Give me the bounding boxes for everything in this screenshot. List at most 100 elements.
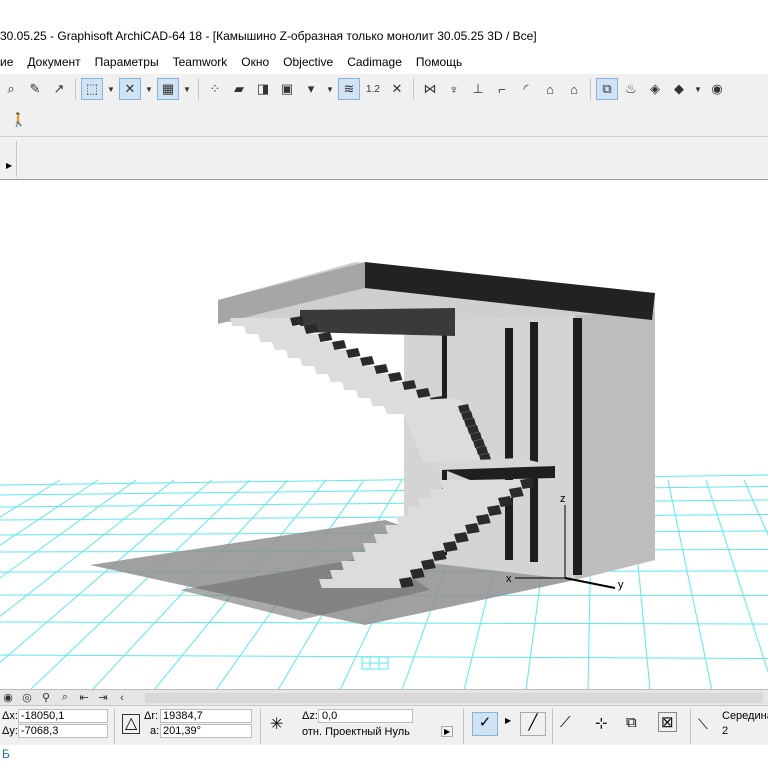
chevron-down-icon[interactable]: ▼ bbox=[143, 78, 155, 100]
status-text: Б bbox=[2, 747, 10, 761]
layers-icon[interactable]: ✕ bbox=[119, 78, 141, 100]
stair-tread bbox=[374, 534, 457, 543]
stair-tread bbox=[314, 366, 377, 374]
stair-tread bbox=[244, 326, 307, 334]
stair-tread bbox=[400, 406, 461, 413]
special-snap-icon[interactable]: ⧉ bbox=[626, 714, 637, 731]
roof-icon[interactable]: ⊥ bbox=[467, 78, 489, 100]
wall-icon[interactable]: ▰ bbox=[228, 78, 250, 100]
midpoint-icon[interactable]: ⟍ bbox=[698, 716, 708, 733]
stair-icon[interactable]: ≋ bbox=[338, 78, 360, 100]
column bbox=[530, 322, 538, 562]
menu-item-help[interactable]: Помощь bbox=[409, 55, 469, 69]
column bbox=[573, 318, 582, 575]
shell-icon[interactable]: ⌐ bbox=[491, 78, 513, 100]
guide-line-icon[interactable]: ⟋ bbox=[560, 714, 571, 731]
snap-grid-icon[interactable]: ⊠ bbox=[658, 712, 677, 732]
menu-item-objective[interactable]: Objective bbox=[276, 55, 340, 69]
marquee-icon[interactable]: ⬚ bbox=[81, 78, 103, 100]
menu-item-options[interactable]: Параметры bbox=[88, 55, 166, 69]
angle-label: a: bbox=[150, 725, 160, 737]
line-tool-icon[interactable]: ╱ bbox=[520, 712, 546, 736]
column-icon[interactable]: ♆ bbox=[443, 78, 465, 100]
chevron-right-icon[interactable]: ▶ bbox=[6, 161, 12, 170]
chevron-down-icon[interactable]: ▼ bbox=[692, 78, 704, 100]
toolbar-divider bbox=[16, 141, 17, 177]
axis-x-label: x bbox=[506, 573, 512, 585]
stair-model-canvas: x y z bbox=[0, 262, 768, 690]
stair-riser bbox=[374, 364, 389, 374]
3d-viewport[interactable]: x y z bbox=[0, 181, 768, 690]
stair-riser bbox=[454, 532, 469, 543]
guide-axis-icon[interactable]: ⊹ bbox=[595, 714, 608, 732]
dimension-icon[interactable]: 1.2 bbox=[362, 78, 384, 100]
triangle-icon[interactable]: △ bbox=[122, 714, 141, 734]
chevron-down-icon[interactable]: ▼ bbox=[181, 78, 193, 100]
menu-item-view[interactable]: ие bbox=[0, 55, 20, 69]
menu-item-teamwork[interactable]: Teamwork bbox=[166, 55, 235, 69]
eyedropper-icon[interactable]: ✎ bbox=[24, 78, 46, 100]
orbit-icon[interactable]: ◉ bbox=[0, 691, 16, 704]
chevron-right-icon[interactable]: ▶ bbox=[505, 716, 511, 725]
slab-icon[interactable]: ⁘ bbox=[204, 78, 226, 100]
render-icon[interactable]: ⌂ bbox=[563, 78, 585, 100]
stair-tread bbox=[429, 489, 512, 498]
window-title: 30.05.25 - Graphisoft ArchiCAD-64 18 - [… bbox=[0, 29, 537, 43]
close-icon[interactable]: ✕ bbox=[386, 78, 408, 100]
stair-riser bbox=[360, 356, 375, 366]
zoom-out-icon[interactable]: ⇤ bbox=[76, 691, 92, 704]
grid-origin-icon bbox=[361, 656, 389, 670]
stair-tread bbox=[356, 390, 419, 398]
grid-snap-icon[interactable]: ▦ bbox=[157, 78, 179, 100]
horizontal-scrollbar[interactable] bbox=[145, 693, 763, 703]
stair-tread bbox=[385, 525, 468, 534]
crosshair-icon[interactable]: ✳ bbox=[270, 714, 283, 734]
globe-icon[interactable]: ◉ bbox=[706, 78, 728, 100]
dz-value: 0,0 bbox=[322, 710, 338, 722]
chevron-down-icon[interactable]: ▼ bbox=[324, 78, 336, 100]
toolbar-divider bbox=[413, 78, 414, 100]
house-icon[interactable]: ⌂ bbox=[539, 78, 561, 100]
menu-item-cadimage[interactable]: Cadimage bbox=[340, 55, 409, 69]
menu-item-document[interactable]: Документ bbox=[20, 55, 87, 69]
snap-toggle-icon[interactable]: ✓ bbox=[472, 712, 498, 736]
stair-tread bbox=[415, 441, 476, 448]
select-3d-icon[interactable]: ⧉ bbox=[596, 78, 618, 100]
zoom-in-icon[interactable]: ⇥ bbox=[95, 691, 111, 704]
arrow-select-icon[interactable]: ↗ bbox=[48, 78, 70, 100]
stair-riser bbox=[487, 505, 502, 516]
dr-label: Δr: bbox=[144, 710, 159, 722]
stair-tread bbox=[230, 318, 293, 326]
stair-tread bbox=[286, 350, 349, 358]
walk-icon[interactable]: 🚶 bbox=[8, 109, 30, 131]
stair-riser bbox=[443, 541, 458, 552]
axis-y-label: y bbox=[618, 579, 624, 591]
menu-item-window[interactable]: Окно bbox=[234, 55, 276, 69]
chevron-left-icon[interactable]: ‹ bbox=[114, 692, 130, 704]
chevron-right-icon[interactable]: ▶ bbox=[441, 726, 454, 737]
grid-line bbox=[0, 479, 175, 617]
view-icon[interactable]: ♨ bbox=[620, 78, 642, 100]
menu-bar: ие Документ Параметры Teamwork Окно Obje… bbox=[0, 52, 768, 72]
object-icon[interactable]: ◨ bbox=[252, 78, 274, 100]
explore-icon[interactable]: ◎ bbox=[19, 691, 35, 704]
zoom-icon[interactable]: ⌕ bbox=[57, 691, 73, 704]
stair-riser bbox=[509, 487, 524, 498]
palette-strip: ▶ bbox=[0, 136, 768, 180]
stair-riser bbox=[520, 478, 535, 489]
magnify-icon[interactable]: ⌕ bbox=[0, 78, 22, 100]
walk-icon[interactable]: ⚲ bbox=[38, 691, 54, 704]
mesh-icon[interactable]: ◜ bbox=[515, 78, 537, 100]
snap-mode-value: 2 bbox=[722, 725, 729, 737]
palette-icon[interactable]: ◆ bbox=[668, 78, 690, 100]
stair-riser bbox=[476, 514, 491, 525]
chevron-down-icon[interactable]: ▼ bbox=[105, 78, 117, 100]
stair-tread bbox=[418, 498, 501, 507]
material-icon[interactable]: ◈ bbox=[644, 78, 666, 100]
figure-icon[interactable]: ▣ bbox=[276, 78, 298, 100]
title-bar: 30.05.25 - Graphisoft ArchiCAD-64 18 - [… bbox=[0, 22, 768, 50]
stair-riser bbox=[332, 340, 347, 350]
stair-tread bbox=[412, 434, 473, 441]
beam-icon[interactable]: ⋈ bbox=[419, 78, 441, 100]
zone-icon[interactable]: ▾ bbox=[300, 78, 322, 100]
